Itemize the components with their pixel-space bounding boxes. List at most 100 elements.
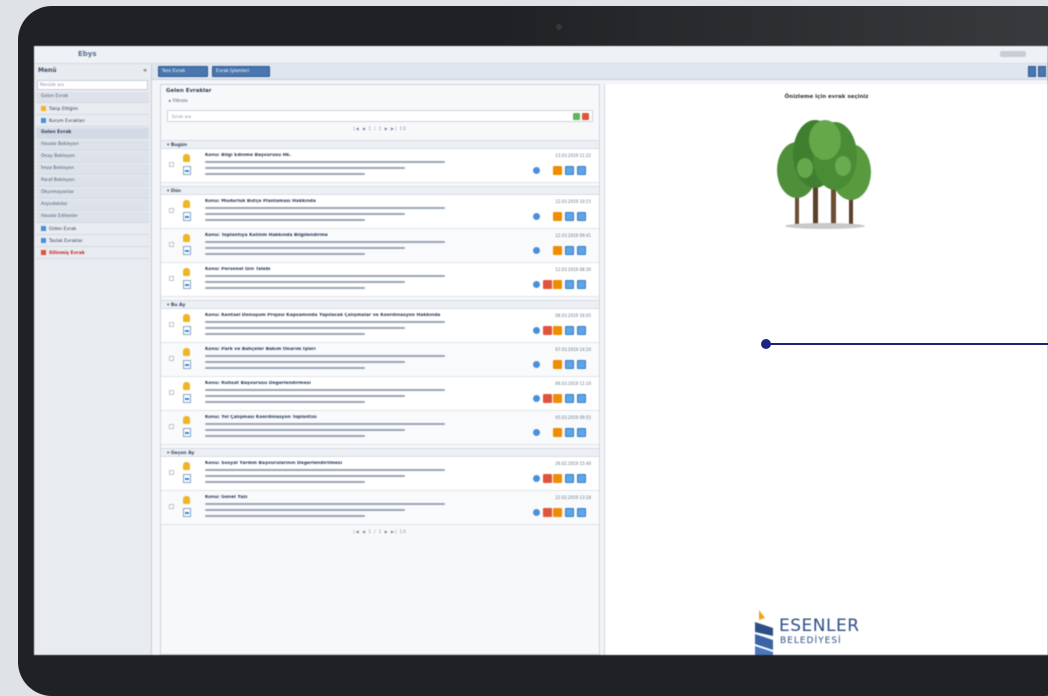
document-title[interactable]: Konu: Park ve Bahçeler Bakım Onarım İşle…	[205, 347, 525, 352]
document-title[interactable]: Konu: Sosyal Yardım Başvurularının Değer…	[205, 461, 525, 466]
sidebar-item[interactable]: Gelen Evrak	[36, 128, 149, 139]
collapse-chevron-icon[interactable]: «	[143, 67, 147, 74]
preview-icon[interactable]	[565, 428, 574, 437]
preview-icon[interactable]	[565, 212, 574, 221]
preview-icon[interactable]	[565, 360, 574, 369]
pin-icon[interactable]	[533, 475, 540, 482]
forward-icon[interactable]	[577, 428, 586, 437]
preview-icon[interactable]	[565, 326, 574, 335]
sidebar-item[interactable]: Havale Bekleyen	[36, 140, 149, 151]
forward-icon[interactable]	[577, 280, 586, 289]
forward-icon[interactable]	[577, 166, 586, 175]
stamp-icon[interactable]	[553, 428, 562, 437]
row-checkbox[interactable]	[169, 162, 174, 167]
row-checkbox[interactable]	[169, 242, 174, 247]
sidebar-item[interactable]: Silinmiş Evrak	[36, 248, 149, 259]
checkmark-icon[interactable]	[573, 113, 580, 120]
pin-icon[interactable]	[533, 247, 540, 254]
document-row[interactable]: Konu: Toplantıya Katılım Hakkında Bilgil…	[161, 229, 599, 263]
book-icon[interactable]	[543, 474, 552, 483]
pin-icon[interactable]	[533, 429, 540, 436]
document-row[interactable]: Konu: Müdürlük Bütçe Planlaması Hakkında…	[161, 195, 599, 229]
book-icon[interactable]	[543, 508, 552, 517]
forward-icon[interactable]	[577, 212, 586, 221]
document-search-input[interactable]: Evrak ara	[167, 110, 593, 122]
stamp-icon[interactable]	[553, 394, 562, 403]
document-file-icon[interactable]	[183, 360, 191, 369]
document-title[interactable]: Konu: Toplantıya Katılım Hakkında Bilgil…	[205, 233, 525, 238]
group-header[interactable]: ▾ Geçen Ay	[161, 448, 599, 457]
document-file-icon[interactable]	[183, 394, 191, 403]
forward-icon[interactable]	[577, 394, 586, 403]
stamp-icon[interactable]	[553, 246, 562, 255]
sidebar-item[interactable]: Gelen Evrak	[36, 92, 149, 103]
document-file-icon[interactable]	[183, 326, 191, 335]
stamp-icon[interactable]	[553, 212, 562, 221]
book-icon[interactable]	[543, 326, 552, 335]
document-row[interactable]: Konu: Kentsel Dönüşüm Projesi Kapsamında…	[161, 309, 599, 343]
book-icon[interactable]	[543, 280, 552, 289]
user-menu[interactable]	[1000, 51, 1026, 57]
forward-icon[interactable]	[577, 474, 586, 483]
stamp-icon[interactable]	[553, 474, 562, 483]
sidebar-item[interactable]: Taslak Evraklar	[36, 236, 149, 247]
sidebar-item[interactable]: İmza Bekleyen	[36, 164, 149, 175]
row-checkbox[interactable]	[169, 390, 174, 395]
document-title[interactable]: Konu: Genel Yazı	[205, 495, 525, 500]
document-title[interactable]: Konu: Bilgi Edinme Başvurusu Hk.	[205, 153, 525, 158]
preview-icon[interactable]	[565, 394, 574, 403]
document-row[interactable]: Konu: Park ve Bahçeler Bakım Onarım İşle…	[161, 343, 599, 377]
sidebar-item[interactable]: Okunmayanlar	[36, 188, 149, 199]
document-title[interactable]: Konu: Müdürlük Bütçe Planlaması Hakkında	[205, 199, 525, 204]
preview-icon[interactable]	[565, 508, 574, 517]
stamp-icon[interactable]	[553, 508, 562, 517]
clear-icon[interactable]	[582, 113, 589, 120]
forward-icon[interactable]	[577, 326, 586, 335]
sidebar-item[interactable]: Kurum Evrakları	[36, 116, 149, 127]
document-actions-button[interactable]: Evrak İşlemleri	[212, 66, 270, 77]
app-logo[interactable]: Ebys	[78, 50, 97, 58]
forward-icon[interactable]	[577, 360, 586, 369]
book-icon[interactable]	[543, 394, 552, 403]
pin-icon[interactable]	[533, 361, 540, 368]
preview-icon[interactable]	[565, 280, 574, 289]
pin-icon[interactable]	[533, 327, 540, 334]
forward-icon[interactable]	[577, 246, 586, 255]
pin-icon[interactable]	[533, 281, 540, 288]
document-title[interactable]: Konu: Kentsel Dönüşüm Projesi Kapsamında…	[205, 313, 525, 318]
pager-bottom[interactable]: |◀ ◀ 1 / 1 ▶ ▶| 10	[161, 529, 599, 539]
stamp-icon[interactable]	[553, 280, 562, 289]
sidebar-item[interactable]: Onay Bekleyen	[36, 152, 149, 163]
document-file-icon[interactable]	[183, 508, 191, 517]
document-file-icon[interactable]	[183, 428, 191, 437]
sidebar-item[interactable]: Takip Ettiğim	[36, 104, 149, 115]
document-row[interactable]: Konu: Sosyal Yardım Başvurularının Değer…	[161, 457, 599, 491]
group-header[interactable]: ▾ Dün	[161, 186, 599, 195]
group-header[interactable]: ▾ Bu Ay	[161, 300, 599, 309]
stamp-icon[interactable]	[553, 326, 562, 335]
menu-search-input[interactable]: Menüde ara	[37, 80, 148, 90]
row-checkbox[interactable]	[169, 470, 174, 475]
document-file-icon[interactable]	[183, 212, 191, 221]
sidebar-item[interactable]: Giden Evrak	[36, 224, 149, 235]
document-row[interactable]: Konu: Yol Çalışması Koordinasyon Toplant…	[161, 411, 599, 445]
sidebar-item[interactable]: Paraf Bekleyen	[36, 176, 149, 187]
pin-icon[interactable]	[533, 213, 540, 220]
sidebar-item[interactable]: Arşivdekiler	[36, 200, 149, 211]
document-row[interactable]: Konu: Personel İzin Talebi 12.03.2019 08:…	[161, 263, 599, 297]
document-title[interactable]: Konu: Yol Çalışması Koordinasyon Toplant…	[205, 415, 525, 420]
row-checkbox[interactable]	[169, 356, 174, 361]
document-file-icon[interactable]	[183, 166, 191, 175]
preview-icon[interactable]	[565, 246, 574, 255]
pin-icon[interactable]	[533, 167, 540, 174]
pager-top[interactable]: |◀ ◀ 1 / 1 ▶ ▶| 10	[161, 126, 599, 136]
document-title[interactable]: Konu: Ruhsat Başvurusu Değerlendirmesi	[205, 381, 525, 386]
stamp-icon[interactable]	[553, 360, 562, 369]
document-file-icon[interactable]	[183, 246, 191, 255]
row-checkbox[interactable]	[169, 208, 174, 213]
preview-icon[interactable]	[565, 166, 574, 175]
forward-icon[interactable]	[577, 508, 586, 517]
new-document-button[interactable]: Yeni Evrak	[158, 66, 208, 77]
document-row[interactable]: Konu: Genel Yazı 22.02.2019 13:18	[161, 491, 599, 525]
filter-toggle[interactable]: ▸ Filtrele	[161, 97, 599, 108]
